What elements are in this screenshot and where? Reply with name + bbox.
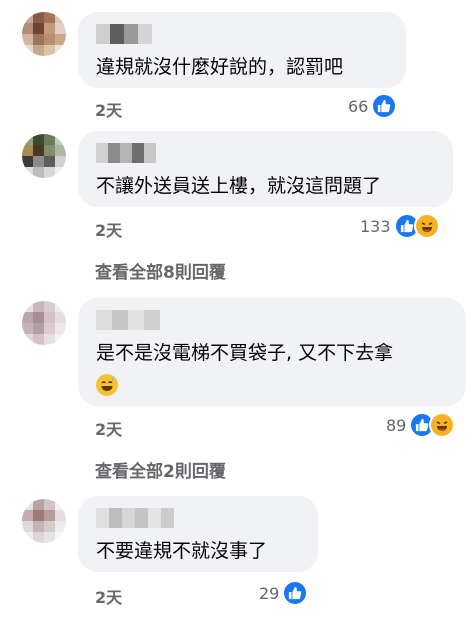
like-icon — [282, 580, 309, 606]
avatar[interactable] — [22, 134, 66, 178]
reaction-count: 133 — [360, 216, 391, 236]
reaction-summary[interactable]: 89 — [386, 412, 456, 438]
grinning-sweat-emoji — [96, 374, 118, 396]
reaction-summary[interactable]: 29 — [259, 580, 309, 606]
comment-text: 是不是沒電梯不買袋子, 又不下去拿 — [96, 342, 394, 364]
comment-timestamp[interactable]: 2天 — [95, 97, 122, 121]
comment-text: 不要違規不就沒事了 — [96, 540, 268, 562]
comment-text: 不讓外送員送上樓，就沒這問題了 — [96, 175, 382, 197]
comment-bubble: 違規就沒什麼好說的，認罰吧 — [78, 12, 406, 88]
reaction-summary[interactable]: 66 — [348, 93, 398, 119]
comment-timestamp[interactable]: 2天 — [95, 584, 122, 608]
reaction-count: 89 — [386, 415, 407, 435]
haha-icon — [429, 412, 456, 438]
reaction-count: 66 — [348, 96, 369, 116]
comment-bubble: 不讓外送員送上樓，就沒這問題了 — [78, 131, 453, 207]
commenter-name[interactable] — [96, 508, 300, 528]
view-replies-link[interactable]: 查看全部2則回覆 — [95, 457, 226, 482]
comment-bubble: 是不是沒電梯不買袋子, 又不下去拿 — [78, 298, 466, 406]
comment-timestamp[interactable]: 2天 — [95, 217, 122, 241]
reaction-summary[interactable]: 133 — [360, 213, 440, 239]
commenter-name[interactable] — [96, 143, 435, 163]
comment-bubble: 不要違規不就沒事了 — [78, 496, 318, 572]
avatar[interactable] — [22, 12, 66, 56]
avatar[interactable] — [22, 301, 66, 345]
commenter-name[interactable] — [96, 310, 448, 330]
comment-text: 違規就沒什麼好說的，認罰吧 — [96, 56, 344, 78]
reaction-count: 29 — [259, 583, 280, 603]
like-icon — [371, 93, 398, 119]
comment-timestamp[interactable]: 2天 — [95, 416, 122, 440]
view-replies-link[interactable]: 查看全部8則回覆 — [95, 258, 226, 283]
avatar[interactable] — [22, 499, 66, 543]
commenter-name[interactable] — [96, 24, 388, 44]
haha-icon — [413, 213, 440, 239]
